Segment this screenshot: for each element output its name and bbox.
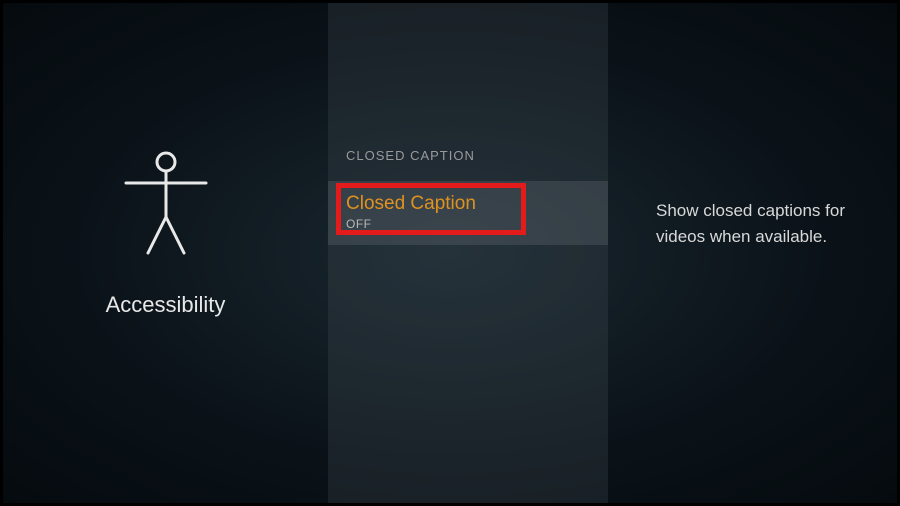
settings-list-panel: CLOSED CAPTION Closed Caption OFF <box>328 3 608 503</box>
section-header: CLOSED CAPTION <box>328 148 608 181</box>
settings-screen: Accessibility CLOSED CAPTION Closed Capt… <box>3 3 897 503</box>
accessibility-label: Accessibility <box>106 292 226 318</box>
accessibility-icon <box>118 149 214 264</box>
setting-value: OFF <box>346 217 590 231</box>
description-panel: Show closed captions for videos when ava… <box>608 3 897 503</box>
left-panel: Accessibility <box>3 3 328 503</box>
setting-description: Show closed captions for videos when ava… <box>656 198 867 249</box>
setting-title: Closed Caption <box>346 193 590 215</box>
closed-caption-setting[interactable]: Closed Caption OFF <box>328 181 608 245</box>
